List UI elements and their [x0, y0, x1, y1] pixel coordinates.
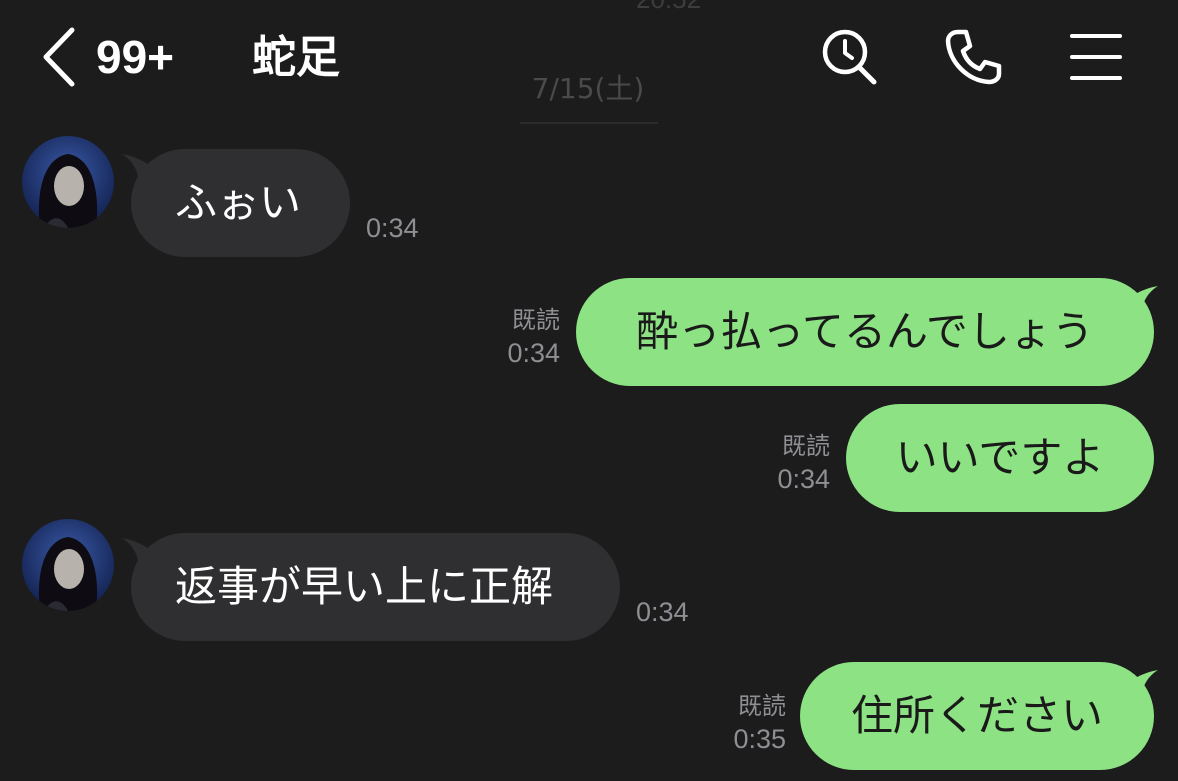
message-time: 0:35 [733, 724, 786, 754]
chat-search-icon[interactable] [818, 26, 880, 88]
back-button[interactable]: 99+ [38, 22, 174, 92]
read-receipt: 既読 [782, 432, 830, 460]
message-bubble[interactable]: 住所ください [800, 662, 1154, 770]
date-separator: 7/15(土) [531, 72, 645, 105]
message-bubble[interactable]: 酔っ払ってるんでしょう [576, 278, 1154, 386]
message-time: 0:34 [507, 338, 560, 368]
date-separator-underline [520, 122, 658, 124]
back-chevron-icon[interactable] [38, 26, 78, 88]
read-status: 既読 0:34 [480, 304, 560, 370]
read-receipt: 既読 [512, 306, 560, 334]
message-bubble[interactable]: 返事が早い上に正解 [131, 533, 620, 641]
chat-title: 蛇足 [252, 32, 340, 83]
message-time: 0:34 [636, 597, 689, 627]
phone-icon[interactable] [942, 26, 1004, 88]
chat-screen: 20:52 99+ 蛇足 7/15(土) [0, 0, 1178, 781]
read-status: 既読 0:34 [750, 430, 830, 496]
message-time: 0:34 [366, 213, 419, 243]
message-bubble[interactable]: ふぉい [131, 149, 350, 257]
read-status: 既読 0:35 [706, 690, 786, 756]
message-time: 0:34 [777, 464, 830, 494]
hamburger-menu-icon[interactable] [1064, 26, 1126, 88]
contact-avatar[interactable] [22, 519, 114, 611]
message-bubble[interactable]: いいですよ [846, 404, 1154, 512]
read-receipt: 既読 [738, 692, 786, 720]
unread-count[interactable]: 99+ [96, 34, 174, 80]
faded-timestamp: 20:52 [636, 0, 701, 15]
contact-avatar[interactable] [22, 136, 114, 228]
